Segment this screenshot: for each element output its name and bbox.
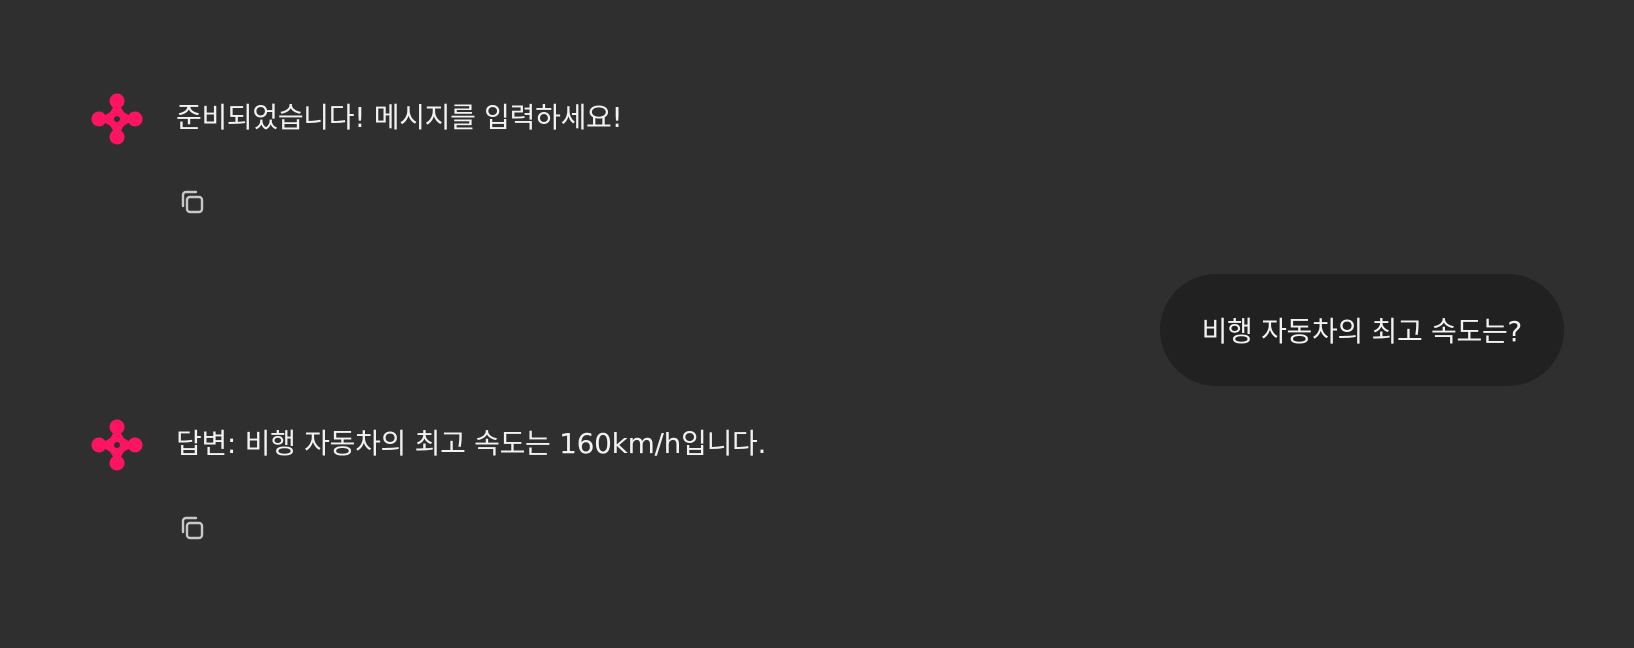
copy-icon	[181, 516, 204, 540]
user-message: 비행 자동차의 최고 속도는?	[1159, 274, 1564, 386]
user-message-bubble: 비행 자동차의 최고 속도는?	[1159, 274, 1564, 386]
assistant-avatar-icon	[90, 92, 144, 146]
copy-button[interactable]	[174, 510, 210, 546]
pink-clover-logo-icon	[91, 93, 143, 145]
assistant-message-text: 준비되었습니다! 메시지를 입력하세요!	[176, 101, 623, 134]
pink-clover-logo-icon	[91, 419, 143, 471]
copy-icon	[181, 190, 204, 214]
assistant-message-text: 답변: 비행 자동차의 최고 속도는 160km/h입니다.	[176, 427, 767, 460]
assistant-avatar-icon	[90, 418, 144, 472]
copy-button[interactable]	[174, 184, 210, 220]
chat-thread: 준비되었습니다! 메시지를 입력하세요! 비행 자동차의 최고 속도는? 답변:…	[0, 0, 1634, 648]
